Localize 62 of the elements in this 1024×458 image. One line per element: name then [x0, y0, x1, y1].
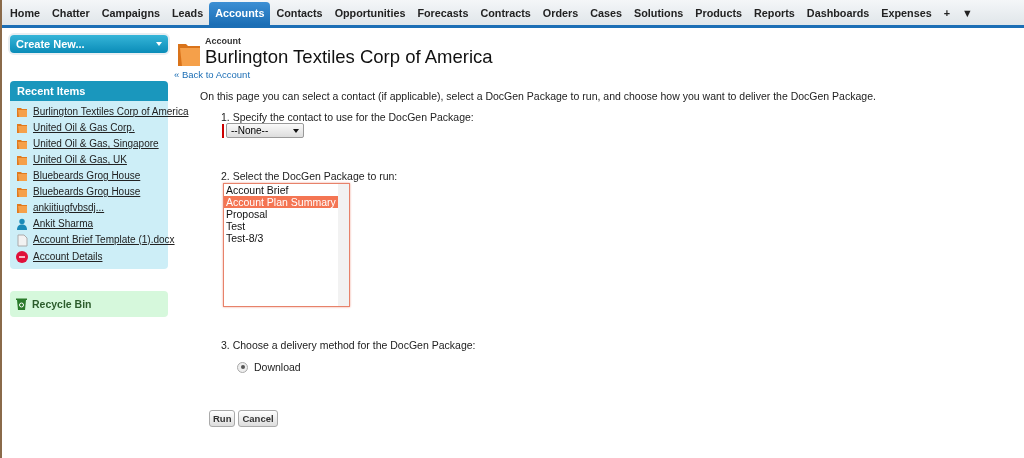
recycle-bin-link[interactable]: Recycle Bin: [32, 298, 92, 310]
caret-icon: [156, 42, 162, 46]
radio-label: Download: [254, 361, 301, 373]
no-entry-icon: [16, 251, 28, 263]
nav-tab[interactable]: ▼: [956, 2, 979, 25]
recent-item-link[interactable]: Bluebeards Grog House: [33, 170, 141, 182]
back-link[interactable]: « Back to Account: [174, 69, 1024, 80]
contact-select[interactable]: --None--: [226, 123, 304, 138]
nav-tab[interactable]: Cases: [584, 2, 629, 25]
recent-item-link[interactable]: Account Details: [33, 251, 103, 263]
caret-icon: [293, 128, 299, 133]
scrollbar[interactable]: [338, 184, 349, 306]
nav-tab[interactable]: Contacts: [270, 2, 329, 25]
person-icon: [16, 218, 28, 230]
listbox-option[interactable]: Test-8/3: [224, 232, 338, 244]
listbox-option[interactable]: Test: [224, 220, 338, 232]
nav-tab[interactable]: Solutions: [628, 2, 690, 25]
nav-tab[interactable]: Leads: [166, 2, 210, 25]
recent-item-link[interactable]: ankiitiugfvbsdj...: [33, 202, 105, 214]
nav-tab[interactable]: Reports: [748, 2, 801, 25]
nav-tab[interactable]: Expenses: [875, 2, 938, 25]
nav-tab[interactable]: Orders: [536, 2, 585, 25]
recent-item-link[interactable]: Bluebeards Grog House: [33, 186, 141, 198]
folder-icon: [16, 170, 28, 182]
folder-icon: [16, 202, 28, 214]
recent-item-link[interactable]: United Oil & Gas, Singapore: [33, 138, 159, 150]
folder-icon: [16, 106, 28, 118]
nav-tab[interactable]: Opportunities: [328, 2, 412, 25]
nav-tab[interactable]: Chatter: [46, 2, 96, 25]
trash-icon: [16, 298, 27, 310]
nav-tab[interactable]: Forecasts: [411, 2, 475, 25]
document-icon: [16, 234, 28, 247]
object-type-label: Account: [205, 36, 242, 46]
step-label: 3. Choose a delivery method for the DocGen Package:: [221, 339, 477, 351]
folder-icon: [16, 122, 28, 134]
radio-button[interactable]: [237, 361, 248, 373]
record-title: Burlington Textiles Corp of America: [205, 46, 493, 67]
folder-icon: [16, 154, 28, 166]
recent-items-header: Recent Items: [10, 81, 168, 101]
listbox-option[interactable]: Account Brief: [224, 184, 338, 196]
step-label: 1. Specify the contact to use for the DocGen Package:: [221, 111, 475, 123]
nav-tab[interactable]: Accounts: [209, 2, 271, 25]
intro-text: On this page you can select a contact (if applicable), select a DocGen Package to run, and choose how you want to deliver the DocGen Package.: [200, 90, 877, 102]
nav-tab[interactable]: Dashboards: [800, 2, 876, 25]
recent-item-link[interactable]: United Oil & Gas, UK: [33, 154, 127, 166]
nav-tab[interactable]: Home: [4, 2, 46, 25]
listbox-option[interactable]: Proposal: [224, 208, 338, 220]
form-button[interactable]: Cancel: [238, 410, 278, 427]
nav-tab[interactable]: Campaigns: [95, 2, 166, 25]
recent-item-link[interactable]: United Oil & Gas Corp.: [33, 122, 135, 134]
recent-item-link[interactable]: Burlington Textiles Corp of America: [33, 106, 189, 118]
form-button[interactable]: Run: [209, 410, 236, 427]
recent-item-link[interactable]: Account Brief Template (1).docx: [33, 234, 175, 246]
package-listbox[interactable]: Account Brief Account Plan Summary Proposal Test Test-8/3: [223, 183, 350, 307]
step-label: 2. Select the DocGen Package to run:: [221, 170, 399, 182]
nav-tab[interactable]: +: [937, 2, 956, 25]
recent-item-link[interactable]: Ankit Sharma: [33, 218, 94, 230]
nav-tab[interactable]: Products: [689, 2, 749, 25]
nav-tab[interactable]: Contracts: [474, 2, 537, 25]
folder-icon: [16, 138, 28, 150]
folder-icon: [177, 41, 201, 67]
folder-icon: [16, 186, 28, 198]
